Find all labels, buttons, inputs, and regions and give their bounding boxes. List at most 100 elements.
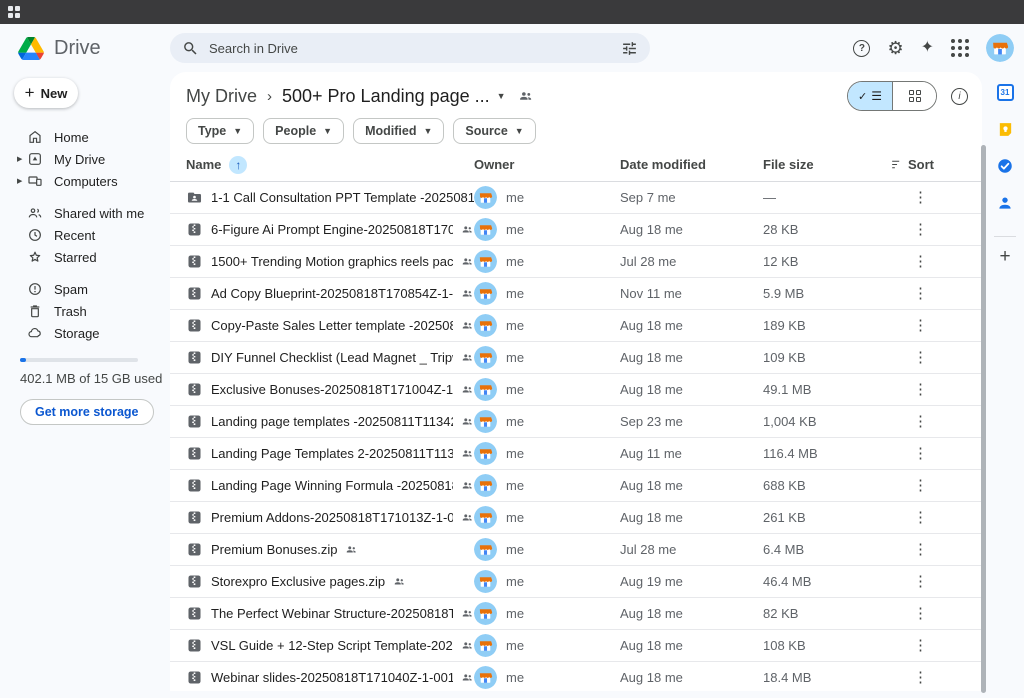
more-actions-icon[interactable]: ⋮	[907, 476, 934, 495]
calendar-icon[interactable]: 31	[997, 82, 1014, 102]
chevron-down-icon: ▼	[233, 126, 242, 136]
account-avatar[interactable]	[986, 34, 1014, 62]
list-view-toggle[interactable]: ✓ ☰	[848, 82, 892, 110]
table-row[interactable]: Landing Page Templates 2-20250811T113424…	[170, 438, 982, 470]
date-modified: Sep 7 me	[620, 190, 676, 205]
new-button[interactable]: + New	[14, 78, 78, 108]
sidebar-item-home[interactable]: Home	[0, 126, 170, 148]
more-actions-icon[interactable]: ⋮	[907, 412, 934, 431]
more-actions-icon[interactable]: ⋮	[907, 188, 934, 207]
check-icon: ✓	[858, 90, 867, 103]
file-size: 6.4 MB	[763, 542, 804, 557]
table-row[interactable]: 6-Figure Ai Prompt Engine-20250818T17085…	[170, 214, 982, 246]
table-row[interactable]: Premium Bonuses.zip me Jul 28 me 6.4 MB …	[170, 534, 982, 566]
table-row[interactable]: Copy-Paste Sales Letter template -202508…	[170, 310, 982, 342]
sidebar-item-trash[interactable]: Trash	[0, 300, 170, 322]
filter-chips: Type▼ People▼ Modified▼ Source▼	[170, 112, 982, 144]
spam-icon	[27, 281, 43, 297]
more-actions-icon[interactable]: ⋮	[907, 380, 934, 399]
search-options-icon[interactable]	[621, 40, 638, 57]
more-actions-icon[interactable]: ⋮	[907, 572, 934, 591]
drive-brand[interactable]: Drive	[0, 37, 170, 60]
more-actions-icon[interactable]: ⋮	[907, 540, 934, 559]
shared-people-icon	[461, 479, 474, 492]
window-grid-icon[interactable]	[8, 6, 20, 18]
file-name: 1-1 Call Consultation PPT Template -2025…	[211, 190, 474, 205]
column-header-size[interactable]: File size	[763, 157, 814, 172]
sidebar-item-computers[interactable]: ▶ Computers	[0, 170, 170, 192]
breadcrumb-current-folder[interactable]: 500+ Pro Landing page ... ▼	[282, 86, 506, 107]
table-row[interactable]: Landing page templates -20250811T113421Z…	[170, 406, 982, 438]
zip-file-icon	[186, 445, 203, 462]
tasks-icon[interactable]	[996, 156, 1014, 176]
get-add-ons-icon[interactable]: +	[999, 247, 1010, 267]
contacts-icon[interactable]	[996, 193, 1014, 213]
table-row[interactable]: DIY Funnel Checklist (Lead Magnet _ Trip…	[170, 342, 982, 374]
zip-file-icon	[186, 573, 203, 590]
more-actions-icon[interactable]: ⋮	[907, 668, 934, 687]
date-modified: Aug 18 me	[620, 510, 683, 525]
owner-label: me	[506, 254, 524, 269]
table-row[interactable]: VSL Guide + 12-Step Script Template-2025…	[170, 630, 982, 662]
sidebar-item-my-drive[interactable]: ▶ My Drive	[0, 148, 170, 170]
table-row[interactable]: Premium Addons-20250818T171013Z-1-001.zi…	[170, 502, 982, 534]
expand-arrow-icon[interactable]: ▶	[17, 155, 22, 163]
more-actions-icon[interactable]: ⋮	[907, 444, 934, 463]
trash-icon	[27, 303, 43, 319]
expand-arrow-icon[interactable]: ▶	[17, 177, 22, 185]
google-apps-icon[interactable]	[951, 39, 969, 57]
owner-label: me	[506, 478, 524, 493]
sort-menu-button[interactable]: Sort	[890, 157, 934, 172]
more-actions-icon[interactable]: ⋮	[907, 348, 934, 367]
filter-chip-people[interactable]: People▼	[263, 118, 344, 144]
more-actions-icon[interactable]: ⋮	[907, 220, 934, 239]
details-info-icon[interactable]: i	[951, 88, 968, 105]
date-modified: Jul 28 me	[620, 254, 676, 269]
table-row[interactable]: Webinar slides-20250818T171040Z-1-001.zi…	[170, 662, 982, 691]
sort-ascending-icon[interactable]: ↑	[229, 156, 247, 174]
table-row[interactable]: 1500+ Trending Motion graphics reels pac…	[170, 246, 982, 278]
sidebar-item-recent[interactable]: Recent	[0, 224, 170, 246]
sidebar-item-storage[interactable]: Storage	[0, 322, 170, 344]
column-header-modified[interactable]: Date modified	[620, 157, 706, 172]
keep-icon[interactable]	[997, 119, 1014, 139]
search-bar[interactable]: Search in Drive	[170, 33, 650, 63]
table-row[interactable]: Landing Page Winning Formula -20250818T1…	[170, 470, 982, 502]
column-header-owner[interactable]: Owner	[474, 157, 514, 172]
table-row[interactable]: Exclusive Bonuses-20250818T171004Z-1-001…	[170, 374, 982, 406]
search-input[interactable]: Search in Drive	[209, 41, 611, 56]
more-actions-icon[interactable]: ⋮	[907, 252, 934, 271]
more-actions-icon[interactable]: ⋮	[907, 508, 934, 527]
filter-chip-modified[interactable]: Modified▼	[353, 118, 444, 144]
filter-chip-type[interactable]: Type▼	[186, 118, 254, 144]
browser-topbar	[0, 0, 1024, 24]
grid-view-toggle[interactable]	[892, 82, 936, 110]
storage-progress-bar	[20, 358, 138, 362]
table-row[interactable]: Ad Copy Blueprint-20250818T170854Z-1-001…	[170, 278, 982, 310]
zip-file-icon	[186, 285, 203, 302]
home-icon	[27, 129, 43, 145]
google-drive-app: Drive Search in Drive ? ⚙ ✦ + New Home	[0, 0, 1024, 698]
date-modified: Aug 18 me	[620, 382, 683, 397]
get-more-storage-button[interactable]: Get more storage	[20, 399, 154, 425]
table-row[interactable]: 1-1 Call Consultation PPT Template -2025…	[170, 182, 982, 214]
sidebar-item-starred[interactable]: Starred	[0, 246, 170, 268]
date-modified: Aug 18 me	[620, 478, 683, 493]
filter-chip-source[interactable]: Source▼	[453, 118, 535, 144]
table-row[interactable]: The Perfect Webinar Structure-20250818T1…	[170, 598, 982, 630]
settings-gear-icon[interactable]: ⚙	[887, 39, 903, 57]
more-actions-icon[interactable]: ⋮	[907, 604, 934, 623]
column-header-name[interactable]: Name	[186, 157, 221, 172]
breadcrumb-my-drive[interactable]: My Drive	[186, 86, 257, 107]
owner-label: me	[506, 318, 524, 333]
gemini-spark-icon[interactable]: ✦	[921, 40, 934, 56]
help-icon[interactable]: ?	[853, 40, 870, 57]
sidebar-item-shared-with-me[interactable]: Shared with me	[0, 202, 170, 224]
more-actions-icon[interactable]: ⋮	[907, 284, 934, 303]
more-actions-icon[interactable]: ⋮	[907, 636, 934, 655]
sidebar-item-spam[interactable]: Spam	[0, 278, 170, 300]
table-row[interactable]: Storexpro Exclusive pages.zip me Aug 19 …	[170, 566, 982, 598]
more-actions-icon[interactable]: ⋮	[907, 316, 934, 335]
file-list: 1-1 Call Consultation PPT Template -2025…	[170, 182, 982, 691]
list-view-icon: ☰	[871, 89, 882, 103]
